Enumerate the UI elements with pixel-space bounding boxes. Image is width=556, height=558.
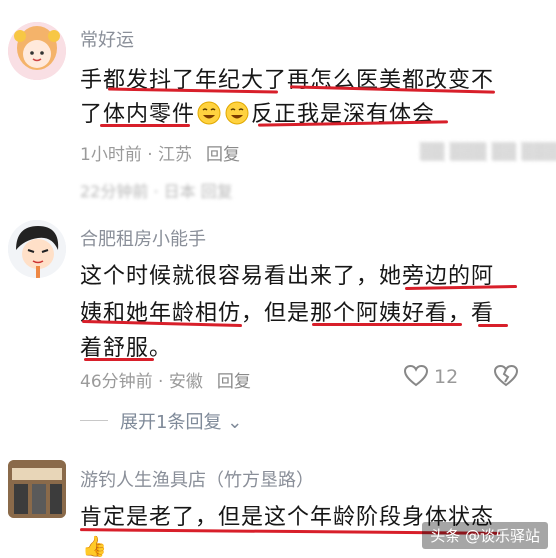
comment-time: 46分钟前 [80, 372, 153, 392]
avatar-cartoon-icon [8, 220, 66, 278]
reply-button[interactable]: 回复 [217, 372, 251, 392]
chevron-down-icon: ⌄ [227, 412, 243, 433]
laughing-emoji-icon [225, 101, 249, 125]
avatar-girl-icon [8, 22, 66, 80]
comment-meta: 46分钟前 · 安徽 回复 [80, 372, 251, 392]
heart-icon[interactable] [403, 364, 429, 388]
avatar[interactable] [8, 220, 66, 278]
thumbs-up-icon: 👍 [82, 534, 107, 558]
comment-username[interactable]: 常好运 [80, 26, 134, 52]
avatar[interactable] [8, 22, 66, 80]
comment-location: 安徽 [168, 372, 203, 392]
blurred-meta-text: 22分钟前 · 日本 回复 [80, 182, 233, 201]
red-underline [312, 323, 462, 326]
broken-heart-icon[interactable] [493, 364, 519, 388]
like-count: 12 [434, 366, 459, 388]
comment-text-line: 这个时候就很容易看出来了，她旁边的阿 [80, 264, 495, 289]
red-underline [84, 358, 154, 361]
expand-replies-label: 展开1条回复 [120, 412, 222, 433]
comment-username[interactable]: 游钓人生渔具店（竹方垦路） [80, 466, 314, 492]
shop-avatar-icon [8, 460, 66, 518]
laughing-emoji-icon [197, 101, 221, 125]
divider [80, 420, 108, 421]
comment-time: 1小时前 [80, 145, 142, 165]
comment-meta: 1小时前 · 江苏 回复 [80, 145, 241, 165]
blurred-like-area: ▒▒ ▒▒▒ ▒▒ ▒▒▒ [420, 142, 556, 161]
red-underline [478, 324, 508, 327]
comment-username[interactable]: 合肥租房小能手 [80, 225, 206, 251]
red-underline [100, 124, 190, 127]
watermark: 头条 @谈乐驿站 [422, 522, 548, 549]
reply-button[interactable]: 回复 [206, 145, 240, 165]
comment-location: 江苏 [158, 145, 193, 165]
avatar[interactable] [8, 460, 66, 518]
